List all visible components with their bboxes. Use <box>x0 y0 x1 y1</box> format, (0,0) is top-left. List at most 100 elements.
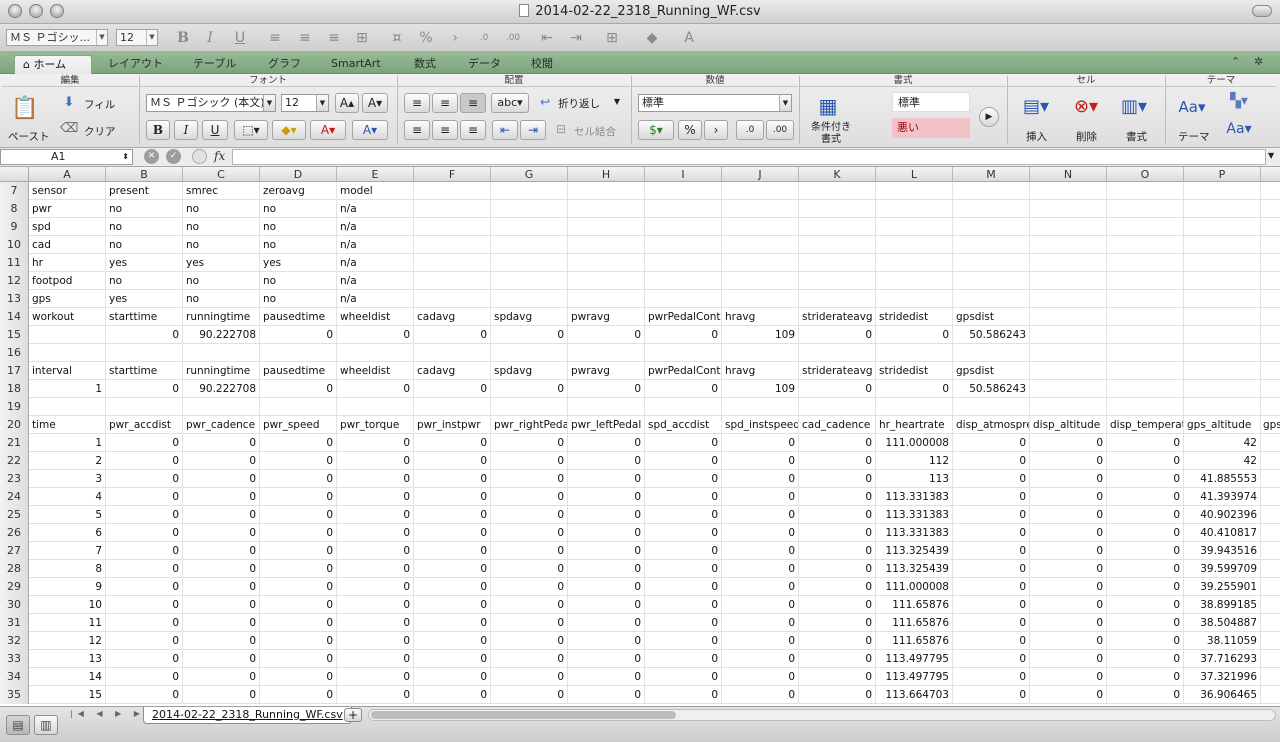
spreadsheet-grid[interactable]: ABCDEFGHIJKLMNOP 7 sensor present smrec zero… <box>0 167 1280 706</box>
cell[interactable] <box>876 344 953 362</box>
cell[interactable]: 0 <box>1030 668 1107 686</box>
cell[interactable] <box>645 398 722 416</box>
cell[interactable]: no <box>260 290 337 308</box>
cell[interactable] <box>953 182 1030 200</box>
cell[interactable] <box>645 254 722 272</box>
cell[interactable]: 39.599709 <box>1184 560 1261 578</box>
cell[interactable]: 0 <box>414 506 491 524</box>
cell[interactable]: 0 <box>799 434 876 452</box>
cell[interactable]: 0 <box>799 488 876 506</box>
cell[interactable]: 0 <box>337 470 414 488</box>
cell[interactable]: 0 <box>645 542 722 560</box>
cell[interactable]: 0 <box>491 578 568 596</box>
cell[interactable] <box>1030 272 1107 290</box>
cell[interactable]: 0 <box>106 668 183 686</box>
cell[interactable]: 0 <box>1107 686 1184 704</box>
row-header[interactable]: 18 <box>0 380 29 398</box>
cell[interactable]: 0 <box>183 434 260 452</box>
cell[interactable]: 0 <box>337 506 414 524</box>
cell[interactable]: no <box>183 200 260 218</box>
cell[interactable] <box>1030 362 1107 380</box>
cell[interactable]: no <box>183 236 260 254</box>
theme-button[interactable]: テーマ <box>1178 129 1210 144</box>
sheet-tab[interactable]: 2014-02-22_2318_Running_WF.csv <box>143 707 352 724</box>
align-middle-icon[interactable]: ≡ <box>432 93 458 113</box>
cell[interactable]: 0 <box>183 506 260 524</box>
cell[interactable]: present <box>106 182 183 200</box>
cell[interactable]: 0 <box>645 380 722 398</box>
cell[interactable]: starttime <box>106 362 183 380</box>
select-all-corner[interactable] <box>0 167 29 182</box>
borders-icon[interactable]: ⬚▾ <box>234 120 268 140</box>
cell[interactable]: sensor <box>29 182 106 200</box>
cell[interactable]: 0 <box>568 380 645 398</box>
cell[interactable]: 0 <box>1030 452 1107 470</box>
cell[interactable]: 0 <box>106 560 183 578</box>
cell[interactable]: 42 <box>1184 452 1261 470</box>
cell[interactable]: 39.255901 <box>1184 578 1261 596</box>
cell[interactable]: pwr_rightPedal <box>491 416 568 434</box>
cell[interactable] <box>1184 272 1261 290</box>
cell[interactable] <box>799 254 876 272</box>
align-bottom-icon[interactable]: ≡ <box>460 93 486 113</box>
cell[interactable]: 0 <box>876 326 953 344</box>
cell[interactable]: 0 <box>414 380 491 398</box>
cell[interactable]: 113.497795 <box>876 668 953 686</box>
cell[interactable]: 0 <box>106 326 183 344</box>
cell[interactable]: 0 <box>183 542 260 560</box>
cell[interactable]: 0 <box>183 596 260 614</box>
cell[interactable] <box>876 272 953 290</box>
align-left-button[interactable]: ≡ <box>404 120 430 140</box>
cell[interactable]: 0 <box>953 650 1030 668</box>
cell[interactable] <box>491 182 568 200</box>
normal-view-icon[interactable]: ▤ <box>6 715 30 735</box>
cell[interactable]: 0 <box>722 506 799 524</box>
cell[interactable]: 9 <box>29 578 106 596</box>
cell[interactable]: 0 <box>722 524 799 542</box>
cell[interactable]: hr_heartrate <box>876 416 953 434</box>
cell[interactable] <box>1184 308 1261 326</box>
cell[interactable]: 0 <box>799 326 876 344</box>
text-effects-icon[interactable]: A▾ <box>352 120 388 140</box>
cell[interactable]: 0 <box>722 542 799 560</box>
cell[interactable] <box>1030 236 1107 254</box>
cell[interactable]: 41.393974 <box>1184 488 1261 506</box>
cell[interactable]: cadavg <box>414 308 491 326</box>
cell[interactable]: 0 <box>106 470 183 488</box>
grow-font-icon[interactable]: A▴ <box>335 93 359 113</box>
cell[interactable]: 109 <box>722 326 799 344</box>
cell[interactable]: 0 <box>491 560 568 578</box>
cell[interactable]: 0 <box>568 686 645 704</box>
row-header[interactable]: 35 <box>0 686 29 704</box>
cell[interactable] <box>645 182 722 200</box>
conditional-format-button[interactable]: 条件付き書式 <box>808 122 854 146</box>
cell[interactable]: 0 <box>1107 632 1184 650</box>
column-header[interactable]: L <box>876 167 953 182</box>
cell[interactable] <box>414 344 491 362</box>
page-layout-view-icon[interactable]: ▥ <box>34 715 58 735</box>
cell[interactable] <box>645 272 722 290</box>
cell[interactable]: 0 <box>1107 668 1184 686</box>
cell[interactable]: 0 <box>414 650 491 668</box>
cell[interactable] <box>1030 344 1107 362</box>
cell[interactable]: 0 <box>722 668 799 686</box>
cell[interactable] <box>1107 182 1184 200</box>
tab-table[interactable]: テーブル <box>185 55 244 74</box>
cell[interactable] <box>414 272 491 290</box>
row-header[interactable]: 21 <box>0 434 29 452</box>
cell[interactable]: 0 <box>337 380 414 398</box>
cell[interactable] <box>1107 236 1184 254</box>
row-header[interactable]: 15 <box>0 326 29 344</box>
cell[interactable]: 0 <box>953 596 1030 614</box>
outdent-icon[interactable]: ⇤ <box>538 29 556 47</box>
cell[interactable]: 0 <box>799 542 876 560</box>
cell[interactable]: 0 <box>953 542 1030 560</box>
cell[interactable] <box>568 290 645 308</box>
cell[interactable]: 0 <box>645 614 722 632</box>
row-header[interactable]: 11 <box>0 254 29 272</box>
cell[interactable]: 0 <box>337 632 414 650</box>
cell[interactable]: 0 <box>568 326 645 344</box>
cell[interactable] <box>414 290 491 308</box>
cell[interactable]: 0 <box>337 434 414 452</box>
cell[interactable]: 0 <box>568 524 645 542</box>
